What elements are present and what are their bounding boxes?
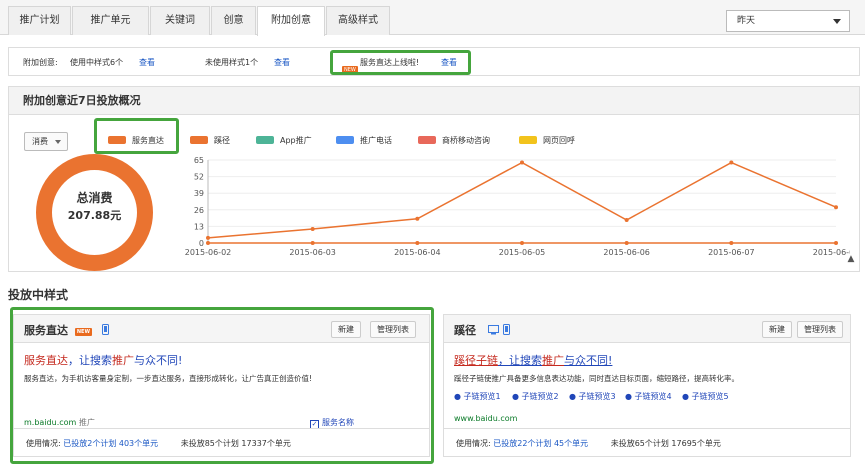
card-xijing: 蹊径 新建 管理列表 蹊径子链，让搜索推广与众不同! 蹊径子链使推广具备更多信息… [443, 314, 851, 457]
tab-adgroup[interactable]: 推广单元 [72, 6, 149, 35]
data-point [520, 241, 524, 245]
legend-swatch [519, 136, 537, 144]
ad-preview-title[interactable]: 蹊径子链，让搜索推广与众不同! [454, 352, 612, 368]
sublink-1[interactable]: ● 子链预览1 [454, 391, 501, 402]
x-tick-label: 2015-06-06 [603, 248, 650, 257]
x-tick-label: 2015-06-02 [185, 248, 232, 257]
sublink-label: 子链预览2 [521, 392, 559, 401]
sublink-3[interactable]: ● 子链预览3 [569, 391, 616, 402]
manage-list-button[interactable]: 管理列表 [797, 321, 843, 338]
sublink-4[interactable]: ● 子链预览4 [625, 391, 672, 402]
metric-select-value: 消费 [32, 137, 48, 146]
usage-rest: 未投放65个计划 17695个单元 [610, 439, 721, 448]
y-tick-label: 0 [199, 239, 204, 248]
view-in-use-link[interactable]: 查看 [139, 57, 155, 68]
legend-swatch [336, 136, 354, 144]
sublink-label: 子链预览1 [463, 392, 501, 401]
data-point [206, 241, 210, 245]
sublink-label: 子链预览4 [634, 392, 672, 401]
date-range-select[interactable]: 昨天 [726, 10, 850, 32]
data-point [624, 218, 629, 223]
overview-title: 附加创意近7日投放概况 [9, 87, 859, 115]
sublink-label: 子链预览5 [691, 392, 729, 401]
tab-keyword[interactable]: 关键词 [150, 6, 210, 35]
ad-preview-desc: 蹊径子链使推广具备更多信息表达功能，同时直达目标页面，缩短路径，提高转化率。 [454, 374, 739, 383]
legend-label: 蹊径 [214, 136, 230, 145]
card-title: 蹊径 [454, 322, 510, 338]
chart-series [206, 160, 838, 245]
data-point [520, 160, 524, 165]
legend-promo-phone[interactable]: 推广电话 [336, 135, 392, 147]
usage-footer: 使用情况: 已投放22个计划 45个单元 未投放65个计划 17695个单元 [444, 428, 850, 457]
data-point [834, 241, 838, 245]
view-unused-link[interactable]: 查看 [274, 57, 290, 68]
scroll-top-icon[interactable]: ▲ [844, 250, 858, 268]
legend-label: 商桥移动咨询 [442, 136, 490, 145]
tab-advanced-style[interactable]: 高级样式 [326, 6, 390, 35]
legend-app-promo[interactable]: App推广 [256, 135, 312, 147]
tab-extension-creative[interactable]: 附加创意 [257, 6, 325, 36]
y-tick-label: 65 [194, 156, 204, 165]
data-point [415, 241, 420, 245]
y-tick-label: 52 [194, 173, 204, 182]
usage-link[interactable]: 已投放22个计划 45个单元 [493, 439, 588, 448]
highlight-box [10, 307, 434, 464]
data-point [729, 160, 734, 165]
legend-swatch [256, 136, 274, 144]
ad-preview-url: www.baidu.com [454, 414, 518, 423]
legend-label: 网页回呼 [543, 136, 575, 145]
data-point [729, 241, 734, 245]
legend-label: 推广电话 [360, 136, 392, 145]
data-point [206, 235, 210, 240]
sublink-2[interactable]: ● 子链预览2 [512, 391, 559, 402]
ad-title-part: 推广 [542, 354, 564, 367]
ad-title-part: 蹊径子链 [454, 354, 498, 367]
y-tick-label: 13 [194, 222, 204, 231]
x-tick-label: 2015-06-04 [394, 248, 441, 257]
data-point [415, 216, 420, 221]
highlight-box [330, 50, 471, 75]
data-point [310, 241, 315, 245]
legend-xijing[interactable]: 蹊径 [190, 135, 230, 147]
date-range-value: 昨天 [737, 16, 756, 26]
data-point [624, 241, 629, 245]
usage-label: 使用情况: [456, 439, 491, 448]
desktop-icon [487, 325, 499, 338]
legend-swatch [418, 136, 436, 144]
x-tick-label: 2015-06-03 [289, 248, 336, 257]
highlight-box [94, 118, 179, 154]
legend-shangqiao[interactable]: 商桥移动咨询 [418, 135, 490, 147]
y-tick-label: 26 [194, 206, 204, 215]
chevron-down-icon [55, 140, 61, 144]
x-tick-label: 2015-06-07 [708, 248, 755, 257]
ad-title-part: 与众不同! [564, 354, 613, 367]
x-tick-label: 2015-06-05 [499, 248, 546, 257]
in-use-count: 使用中样式6个 [70, 58, 124, 67]
sublink-label: 子链预览3 [578, 392, 616, 401]
legend-label: App推广 [280, 136, 312, 145]
card-title-text: 蹊径 [454, 324, 476, 337]
metric-select[interactable]: 消费 [24, 132, 68, 151]
legend-swatch [190, 136, 208, 144]
unused-count: 未使用样式1个 [205, 58, 259, 67]
data-point [310, 226, 315, 231]
tab-creative[interactable]: 创意 [211, 6, 256, 35]
new-button[interactable]: 新建 [762, 321, 792, 338]
legend-web-callback[interactable]: 网页回呼 [519, 135, 575, 147]
ad-title-part: ，让搜索 [498, 354, 542, 367]
line-chart: 0 13 26 39 52 65 2015-06-02 2015-06-03 2015-06-0… [185, 156, 850, 257]
sublink-5[interactable]: ● 子链预览5 [682, 391, 729, 402]
mobile-icon [502, 324, 510, 338]
info-label: 附加创意: [23, 58, 58, 67]
tab-campaign[interactable]: 推广计划 [8, 6, 71, 35]
chevron-down-icon [833, 19, 841, 24]
total-value: 207.88元 [67, 209, 122, 222]
section-title: 投放中样式 [8, 288, 69, 302]
card-header: 蹊径 新建 管理列表 [444, 315, 850, 343]
total-label: 总消费 [76, 191, 113, 205]
data-point [834, 205, 838, 210]
y-tick-label: 39 [194, 189, 204, 198]
